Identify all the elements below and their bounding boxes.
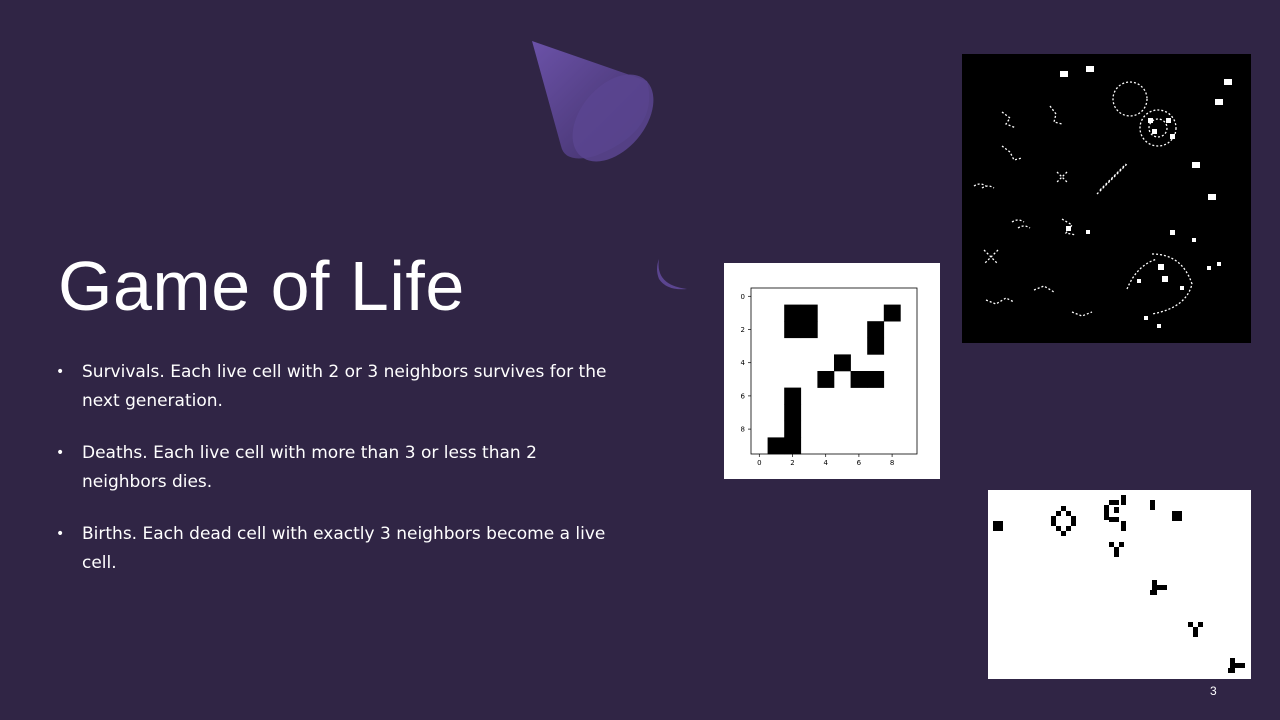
live-cell: [800, 321, 818, 339]
simulation-black-image: [962, 54, 1251, 343]
page-number: 3: [1210, 684, 1217, 698]
bullet-dot-icon: •: [56, 526, 65, 542]
live-cell: [784, 437, 802, 455]
live-cell: [850, 371, 868, 388]
cone-decoration: [532, 41, 654, 162]
bullet-item-deaths: • Deaths. Each live cell with more than …: [56, 439, 608, 497]
live-cell: [784, 387, 802, 405]
bullet-dot-icon: •: [56, 445, 65, 461]
bullet-item-survivals: • Survivals. Each live cell with 2 or 3 …: [56, 358, 608, 416]
x-tick-label: 6: [857, 459, 862, 467]
y-tick-label: 6: [741, 392, 746, 400]
simulation-white-image: [988, 490, 1251, 679]
simulation-patterns-white: [993, 495, 1245, 673]
x-tick-label: 4: [823, 459, 828, 467]
live-cell: [784, 404, 802, 422]
live-cell: [784, 420, 802, 438]
live-cell: [867, 371, 885, 388]
bullet-list: • Survivals. Each live cell with 2 or 3 …: [56, 358, 608, 601]
slide-title: Game of Life: [58, 247, 465, 325]
crescent-decoration: [657, 259, 687, 290]
live-cell: [883, 304, 901, 322]
y-tick-label: 2: [741, 326, 745, 334]
grid-plot-svg: 0 2 4 6 8 0 2 4 6 8: [741, 287, 918, 467]
x-tick-label: 8: [890, 459, 894, 467]
y-tick-label: 8: [741, 426, 745, 434]
bullet-dot-icon: •: [56, 364, 65, 380]
simulation-patterns: [973, 66, 1232, 328]
bullet-item-births: • Births. Each dead cell with exactly 3 …: [56, 520, 608, 578]
live-cell: [834, 354, 851, 372]
y-tick-label: 0: [741, 293, 745, 301]
grid-plot-image: 0 2 4 6 8 0 2 4 6 8: [724, 263, 940, 479]
live-cell: [867, 337, 885, 355]
live-cell: [817, 371, 835, 388]
live-cell: [800, 304, 818, 322]
live-cell: [784, 304, 802, 322]
y-tick-label: 4: [741, 359, 746, 367]
bullet-text: Survivals. Each live cell with 2 or 3 ne…: [82, 362, 607, 411]
live-cell: [767, 437, 785, 455]
slide: Game of Life • Survivals. Each live cell…: [0, 0, 1280, 720]
live-cell: [867, 321, 885, 339]
bullet-text: Deaths. Each live cell with more than 3 …: [82, 443, 537, 492]
live-cell: [784, 321, 802, 339]
x-tick-label: 2: [790, 459, 794, 467]
x-tick-label: 0: [757, 459, 761, 467]
bullet-text: Births. Each dead cell with exactly 3 ne…: [82, 524, 606, 573]
